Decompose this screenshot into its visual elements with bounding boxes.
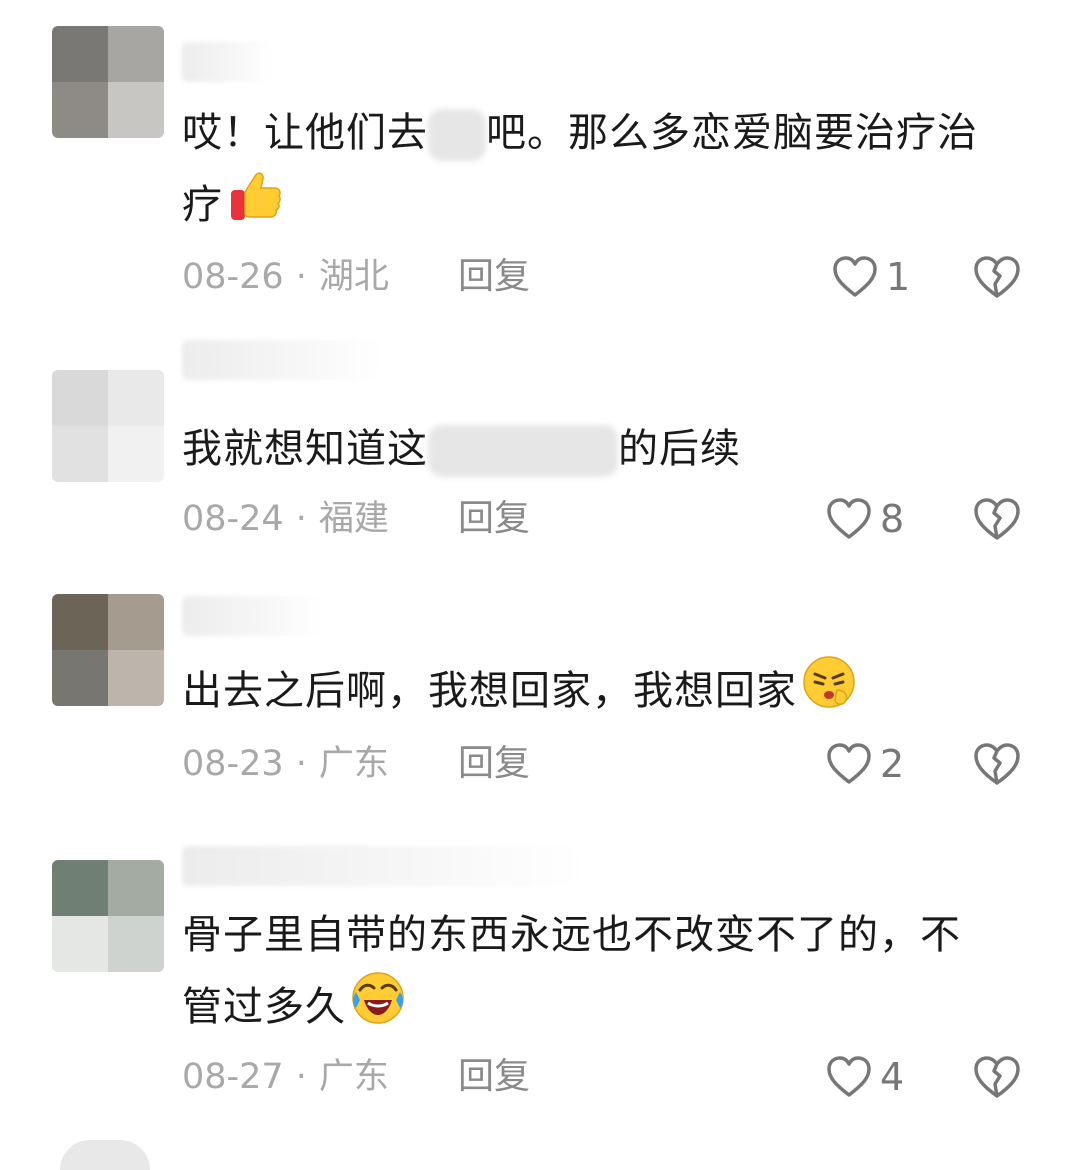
username-blurred[interactable] — [182, 846, 582, 886]
avatar-tile — [52, 860, 108, 916]
comment-text-part: 出去之后啊，我想回家，我想回家 — [182, 668, 797, 714]
comment-date: 08-24 — [182, 499, 284, 539]
comment-date: 08-23 — [182, 744, 284, 784]
broken-heart-icon — [974, 256, 1020, 298]
like-button[interactable]: 4 — [826, 1052, 904, 1102]
avatar[interactable] — [52, 370, 164, 482]
thinking-face-icon — [803, 656, 855, 708]
comment-text: 哎！让他们去 吧。那么多恋爱脑要治疗治疗 — [182, 98, 1000, 240]
comment-text-part: 我就想知道这 — [182, 426, 428, 472]
heart-outline-icon — [833, 256, 877, 297]
reply-button[interactable]: 回复 — [458, 1052, 530, 1102]
username-blurred[interactable] — [182, 596, 322, 636]
broken-heart-icon — [974, 498, 1020, 540]
comment-date: 08-26 — [182, 257, 284, 297]
avatar-tile — [52, 370, 108, 426]
broken-heart-icon — [974, 1056, 1020, 1098]
like-count: 1 — [886, 255, 911, 299]
comment-location: 广东 — [318, 744, 389, 784]
next-comment-avatar-partial[interactable] — [60, 1140, 150, 1170]
dislike-button[interactable] — [972, 739, 1022, 789]
comment-text-part: 哎！让他们去 — [182, 110, 428, 156]
avatar-tile — [108, 860, 164, 916]
avatar-tile — [108, 26, 164, 82]
comment-text-part: 骨子里自带的东西永远也不改变不了的，不管过多久 — [182, 912, 961, 1030]
avatar-tile — [108, 370, 164, 426]
like-count: 2 — [880, 742, 905, 786]
comment-location: 湖北 — [318, 257, 389, 297]
avatar-tile — [108, 650, 164, 706]
avatar-tile — [52, 26, 108, 82]
avatar-tile — [52, 594, 108, 650]
dislike-button[interactable] — [972, 1052, 1022, 1102]
meta-separator: · — [295, 257, 307, 297]
avatar-tile — [52, 650, 108, 706]
meta-separator: · — [295, 499, 307, 539]
meta-separator: · — [295, 744, 307, 784]
meta-separator: · — [295, 1057, 307, 1097]
reply-button[interactable]: 回复 — [458, 739, 530, 789]
censored-text-blur — [428, 425, 618, 477]
comment-location: 广东 — [318, 1057, 389, 1097]
like-button[interactable]: 2 — [826, 739, 904, 789]
avatar-tile — [52, 426, 108, 482]
comment-meta: 08-23 · 广东 — [182, 739, 389, 789]
thumbs-up-icon — [231, 172, 281, 220]
broken-heart-icon — [974, 743, 1020, 785]
username-blurred[interactable] — [182, 42, 272, 82]
comment-text: 出去之后啊，我想回家，我想回家 — [182, 654, 1000, 726]
like-count: 4 — [880, 1055, 905, 1099]
heart-outline-icon — [827, 1056, 871, 1097]
heart-outline-icon — [827, 743, 871, 784]
comment-meta: 08-24 · 福建 — [182, 494, 389, 544]
like-count: 8 — [880, 497, 905, 541]
avatar-tile — [52, 82, 108, 138]
avatar[interactable] — [52, 594, 164, 706]
reply-button[interactable]: 回复 — [458, 252, 530, 302]
comment-meta: 08-27 · 广东 — [182, 1052, 389, 1102]
like-button[interactable]: 1 — [832, 252, 910, 302]
avatar-tile — [108, 594, 164, 650]
avatar[interactable] — [52, 26, 164, 138]
laughing-crying-face-icon — [352, 972, 404, 1024]
username-blurred[interactable] — [182, 340, 382, 380]
like-button[interactable]: 8 — [826, 494, 904, 544]
censored-text-blur — [428, 109, 486, 161]
comment-meta: 08-26 · 湖北 — [182, 252, 389, 302]
avatar-tile — [52, 916, 108, 972]
comment-text-part: 的后续 — [618, 426, 741, 472]
comment-text: 我就想知道这 的后续 — [182, 414, 1000, 484]
comment-date: 08-27 — [182, 1057, 284, 1097]
reply-button[interactable]: 回复 — [458, 494, 530, 544]
avatar-tile — [108, 916, 164, 972]
dislike-button[interactable] — [972, 252, 1022, 302]
comment-text: 骨子里自带的东西永远也不改变不了的，不管过多久 — [182, 900, 990, 1042]
dislike-button[interactable] — [972, 494, 1022, 544]
heart-outline-icon — [827, 498, 871, 539]
comment-location: 福建 — [318, 499, 389, 539]
avatar[interactable] — [52, 860, 164, 972]
avatar-tile — [108, 426, 164, 482]
avatar-tile — [108, 82, 164, 138]
